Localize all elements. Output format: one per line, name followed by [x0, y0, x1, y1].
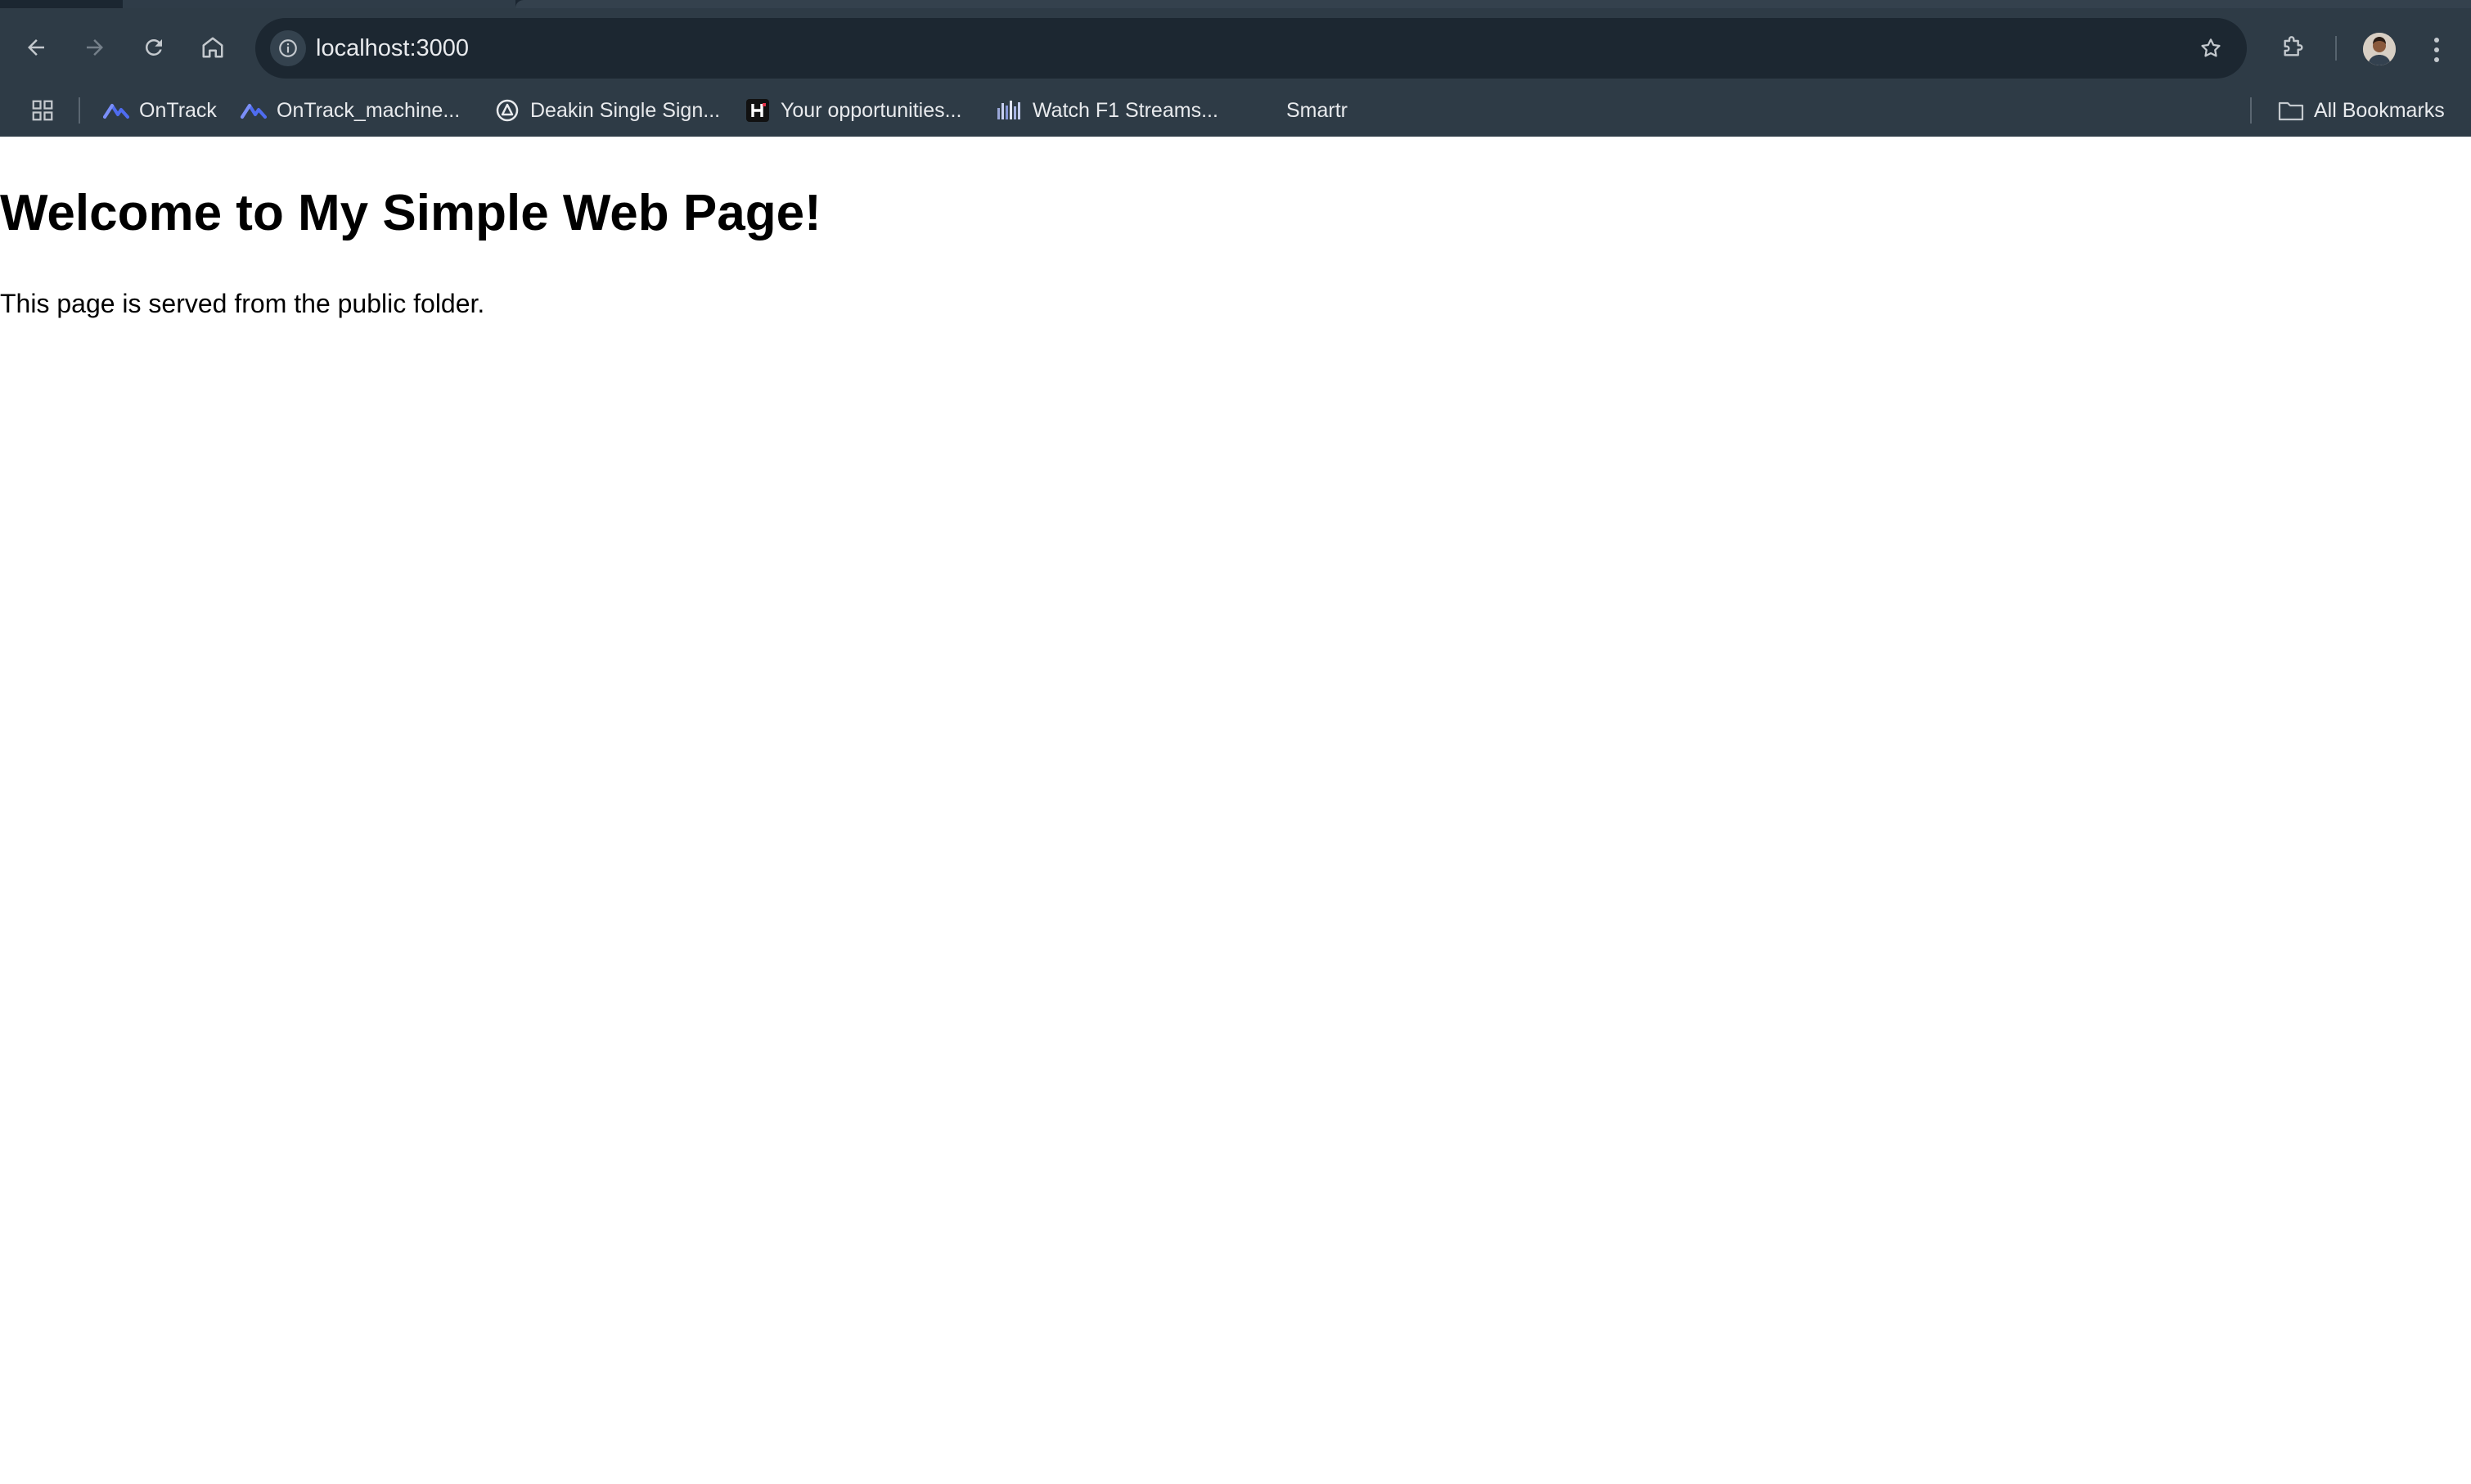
- bookmark-label: OnTrack_machine...: [277, 98, 461, 122]
- apps-grid-icon: [32, 100, 53, 121]
- page-viewport: Welcome to My Simple Web Page! This page…: [0, 137, 2471, 1484]
- more-vertical-icon: [2434, 38, 2439, 62]
- active-tab[interactable]: [515, 0, 2471, 8]
- ontrack-icon: [103, 97, 129, 124]
- bookmark-label: Deakin Single Sign...: [530, 98, 721, 122]
- tab-strip-segment: [123, 0, 515, 8]
- bookmark-smartr[interactable]: Smartr: [1286, 84, 1348, 137]
- apps-button[interactable]: [28, 96, 57, 125]
- star-icon: [2201, 38, 2221, 57]
- puzzle-icon: [2284, 36, 2303, 56]
- home-icon: [202, 37, 223, 58]
- bookmark-ontrack-machine[interactable]: OnTrack_machine...: [241, 84, 460, 137]
- folder-icon: [2278, 97, 2304, 124]
- deakin-icon: [494, 97, 520, 124]
- f1-streams-icon: [997, 97, 1023, 124]
- bookmarks-divider: [2250, 97, 2252, 124]
- toolbar-divider: [2335, 36, 2337, 61]
- bookmark-label: Smartr: [1286, 98, 1348, 122]
- all-bookmarks-label: All Bookmarks: [2314, 98, 2445, 122]
- reload-button[interactable]: [131, 25, 177, 70]
- back-button[interactable]: [13, 25, 59, 70]
- ontrack-icon: [241, 97, 267, 124]
- avatar-image: [2363, 33, 2396, 65]
- bookmark-your-opportunities[interactable]: Your opportunities...: [745, 84, 961, 137]
- reload-icon: [145, 38, 162, 56]
- h-logo-icon: [745, 97, 771, 124]
- forward-button[interactable]: [72, 25, 118, 70]
- bookmark-label: Watch F1 Streams...: [1033, 98, 1218, 122]
- home-button[interactable]: [190, 25, 236, 70]
- bookmark-ontrack[interactable]: OnTrack: [103, 84, 217, 137]
- page-heading: Welcome to My Simple Web Page!: [0, 185, 821, 241]
- bookmark-label: Your opportunities...: [781, 98, 962, 122]
- forward-arrow-icon: [87, 39, 103, 56]
- browser-menu-button[interactable]: [2419, 29, 2455, 70]
- bookmark-star-button[interactable]: [2193, 30, 2229, 66]
- bookmark-watch-f1-streams[interactable]: Watch F1 Streams...: [997, 84, 1218, 137]
- bookmark-deakin-sso[interactable]: Deakin Single Sign...: [494, 84, 720, 137]
- site-info-button[interactable]: [270, 30, 306, 66]
- url-text[interactable]: localhost:3000: [316, 18, 469, 79]
- back-arrow-icon: [28, 39, 44, 56]
- profile-avatar[interactable]: [2363, 33, 2396, 65]
- bookmarks-divider: [79, 97, 80, 124]
- page-paragraph: This page is served from the public fold…: [0, 289, 485, 318]
- browser-window: localhost:3000 OnTrack OnTrack_machine..…: [0, 0, 2471, 1484]
- extensions-button[interactable]: [2270, 25, 2316, 70]
- bookmark-label: OnTrack: [139, 98, 217, 122]
- info-icon: [279, 39, 297, 57]
- bookmarks-bar: OnTrack OnTrack_machine... Deakin Single…: [0, 84, 2471, 137]
- address-bar[interactable]: localhost:3000: [255, 18, 2247, 79]
- browser-toolbar: localhost:3000: [0, 8, 2471, 84]
- all-bookmarks-button[interactable]: All Bookmarks: [2278, 84, 2445, 137]
